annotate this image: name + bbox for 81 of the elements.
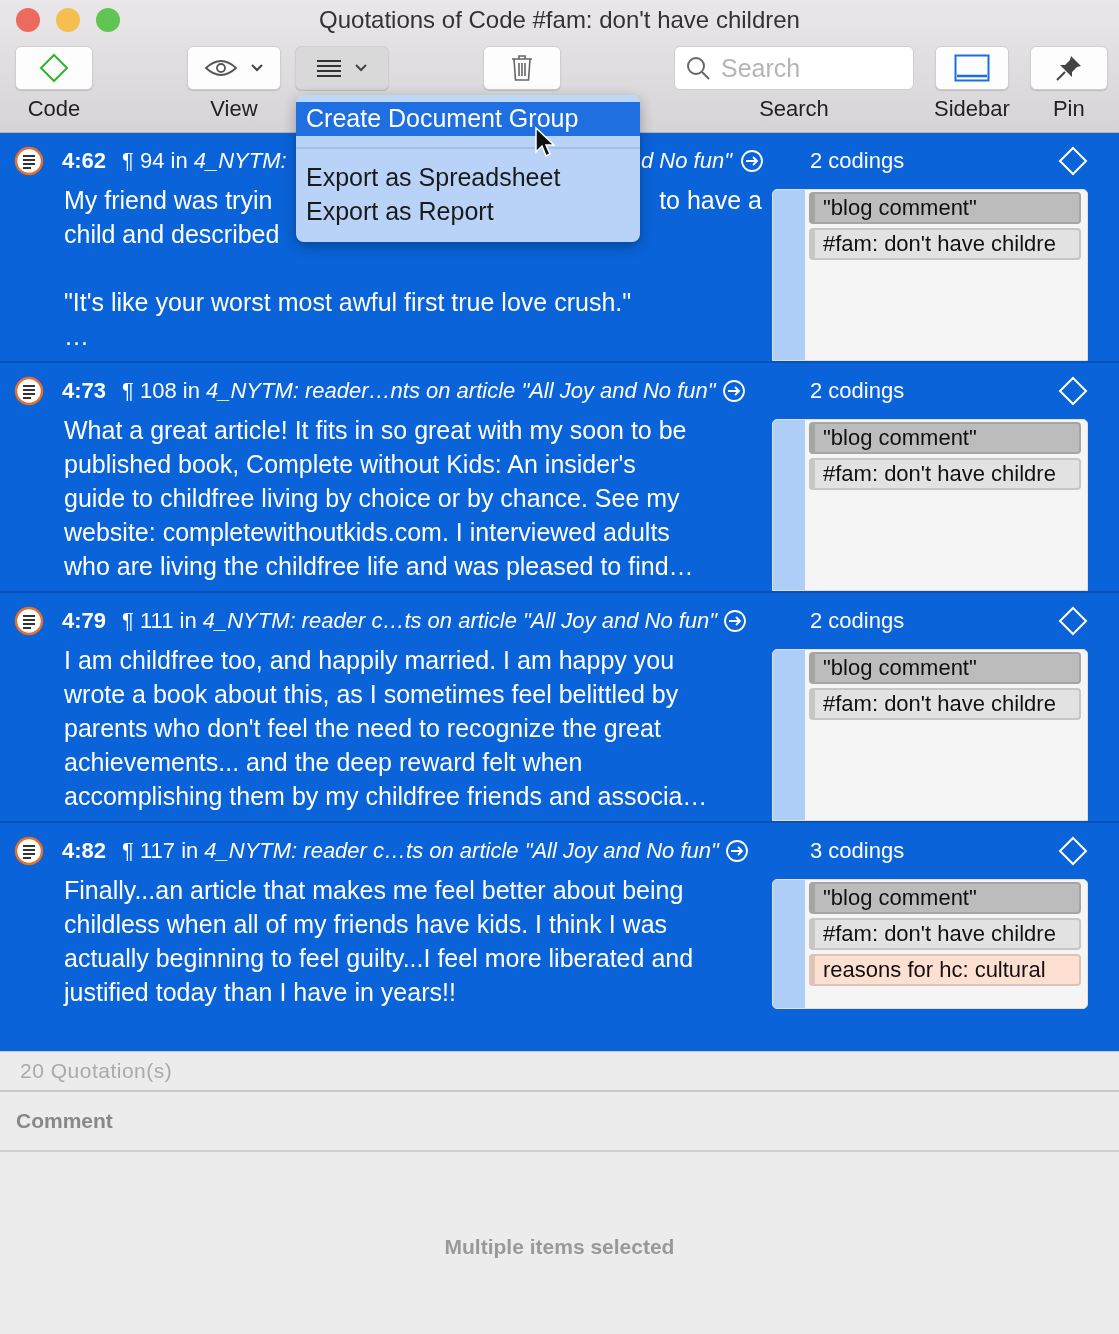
diamond-icon (1058, 606, 1088, 636)
window-title: Quotations of Code #fam: don't have children (319, 6, 800, 34)
search-input[interactable]: Search (719, 52, 903, 84)
sidebar-icon (953, 54, 990, 82)
eye-icon (204, 58, 238, 78)
chevron-down-icon (354, 63, 368, 73)
text-line: What a great article! It fits in so great with my soon to be (64, 415, 687, 446)
search-field[interactable]: Search (674, 46, 914, 90)
toolbar-label: Sidebar (934, 96, 1010, 122)
text-line: childless when all of my friends have kids. I think I was (64, 909, 668, 940)
quotation-id: 4:73 (62, 378, 107, 404)
text-line: "It's like your worst most awful first true love crush." (64, 287, 632, 318)
menu-item[interactable]: Export as Report (296, 195, 640, 229)
code-tag[interactable]: "blog comment" (809, 422, 1081, 454)
diamond-icon (39, 53, 69, 83)
document-source: 4_NYTM: reader…nts on article "All Joy and No fun" (205, 378, 716, 404)
text-line: Finally...an article that makes me feel better about being (64, 875, 684, 906)
text-line: website: completewithoutkids.com. I interviewed adults (64, 517, 670, 548)
document-source: 4_NYTM: (193, 148, 287, 174)
text-line: My friend was tryin (64, 185, 273, 216)
text-line: to have a (659, 185, 762, 216)
toolbar-label: View (210, 96, 258, 122)
codings-count: 2 codings (810, 608, 905, 634)
document-source: 4_NYTM: reader c…ts on article "All Joy and No fun" (202, 608, 718, 634)
codings-count: 2 codings (810, 148, 905, 174)
code-tag[interactable]: #fam: don't have childre (809, 688, 1081, 720)
sidebar-button[interactable] (934, 46, 1009, 90)
quotation-count: 20 Quotation(s) (20, 1059, 173, 1083)
codings-count: 3 codings (810, 838, 905, 864)
document-icon (14, 606, 44, 636)
document-icon (14, 146, 44, 176)
text-line: guide to childfree living by choice or by chance. See my (64, 483, 680, 514)
document-icon (14, 376, 44, 406)
text-line: who are living the childfree life and was pleased to find… (64, 551, 694, 582)
pin-button[interactable] (1029, 46, 1108, 90)
comment-title: Comment (16, 1109, 113, 1133)
empty-message: Multiple items selected (444, 1235, 675, 1259)
text-line: child and described (64, 219, 280, 250)
actions-button[interactable] (295, 46, 389, 90)
diamond-icon (1058, 146, 1088, 176)
diamond-icon (1058, 836, 1088, 866)
text-line: … (64, 321, 89, 352)
diamond-icon (1058, 376, 1088, 406)
menu-item[interactable]: Export as Spreadsheet (296, 161, 640, 195)
paragraph-ref: ¶ 111 in (122, 608, 197, 634)
text-line: achievements... and the deep reward felt when (64, 747, 583, 778)
toolbar-label: Pin (1052, 96, 1085, 122)
list-icon (316, 58, 342, 78)
delete-button[interactable] (483, 46, 561, 90)
codings-count: 2 codings (810, 378, 905, 404)
quotation-id: 4:82 (62, 838, 107, 864)
chevron-down-icon (250, 63, 264, 73)
quotation-id: 4:79 (62, 608, 107, 634)
document-source: 4_NYTM: reader c…ts on article "All Joy and No fun" (204, 838, 719, 864)
text-line: parents who don't feel the need to recognize the great (64, 713, 661, 744)
code-tag[interactable]: "blog comment" (809, 192, 1081, 224)
toolbar-label: Code (27, 96, 81, 122)
code-tag[interactable]: "blog comment" (809, 882, 1081, 914)
text-line: actually beginning to feel guilty...I feel more liberated and (64, 943, 694, 974)
quotation-id: 4:62 (62, 148, 107, 174)
trash-icon (511, 54, 533, 82)
code-tag[interactable]: reasons for hc: cultural (809, 954, 1081, 986)
document-icon (14, 836, 44, 866)
view-button[interactable] (187, 46, 281, 90)
document-source: d No fun" (641, 148, 732, 174)
text-line: justified today than I have in years!! (64, 977, 456, 1008)
code-tag[interactable]: #fam: don't have childre (809, 228, 1081, 260)
code-tag[interactable]: #fam: don't have childre (809, 458, 1081, 490)
paragraph-ref: ¶ 117 in (122, 838, 199, 864)
menu-item[interactable]: Create Document Group (296, 102, 640, 136)
pin-icon (1054, 54, 1083, 82)
toolbar-label: Search (759, 96, 829, 122)
search-icon (685, 55, 711, 81)
code-tag[interactable]: "blog comment" (809, 652, 1081, 684)
text-line: published book, Complete without Kids: An insider's (64, 449, 636, 480)
text-line: accomplishing them by my childfree friends and associa… (64, 781, 708, 812)
text-line: I am childfree too, and happily married. I am happy you (64, 645, 675, 676)
paragraph-ref: ¶ 94 in (122, 148, 188, 174)
paragraph-ref: ¶ 108 in (122, 378, 200, 404)
code-tag[interactable]: #fam: don't have childre (809, 918, 1081, 950)
text-line: wrote a book about this, as I sometimes feel belittled by (64, 679, 679, 710)
